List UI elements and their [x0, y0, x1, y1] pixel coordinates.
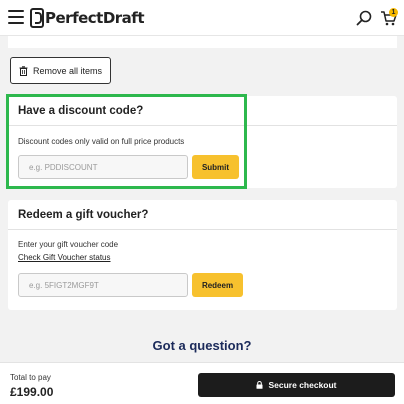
remove-all-items-button[interactable]: Remove all items [10, 57, 111, 84]
gift-voucher-card: Redeem a gift voucher? Enter your gift v… [8, 200, 397, 310]
remove-all-items-label: Remove all items [32, 65, 103, 76]
submit-discount-button[interactable]: Submit [192, 155, 239, 179]
trash-icon [19, 65, 28, 76]
discount-code-placeholder: e.g. PDDISCOUNT [29, 162, 98, 172]
gift-voucher-prompt: Enter your gift voucher code [18, 240, 119, 249]
lock-icon [256, 381, 263, 389]
help-heading: Got a question? [152, 338, 252, 353]
logo-mark-icon [30, 8, 44, 28]
cart-count-badge: 1 [389, 8, 398, 17]
discount-code-title: Have a discount code? [8, 96, 397, 126]
total-value: £199.00 [10, 385, 54, 399]
logo-text: PerfectDraft [45, 9, 145, 27]
site-header: PerfectDraft 1 [0, 0, 404, 36]
check-voucher-status-link[interactable]: Check Gift Voucher status [18, 253, 111, 262]
redeem-voucher-button[interactable]: Redeem [192, 273, 243, 297]
gift-voucher-title: Redeem a gift voucher? [8, 200, 397, 230]
gift-voucher-placeholder: e.g. 5FIGT2MGF9T [29, 280, 99, 290]
discount-code-input[interactable]: e.g. PDDISCOUNT [18, 155, 188, 179]
logo[interactable]: PerfectDraft [30, 7, 145, 29]
discount-code-card: Have a discount code? Discount codes onl… [8, 96, 397, 188]
total-label: Total to pay [10, 373, 51, 382]
hamburger-menu-icon[interactable] [8, 10, 24, 24]
discount-note: Discount codes only valid on full price … [18, 137, 185, 146]
secure-checkout-button[interactable]: Secure checkout [198, 373, 395, 397]
secure-checkout-label: Secure checkout [268, 380, 337, 390]
search-icon[interactable] [356, 10, 372, 26]
checkout-footer: Total to pay £199.00 Secure checkout [0, 362, 404, 404]
cart-items-card [8, 36, 397, 48]
gift-voucher-input[interactable]: e.g. 5FIGT2MGF9T [18, 273, 188, 297]
